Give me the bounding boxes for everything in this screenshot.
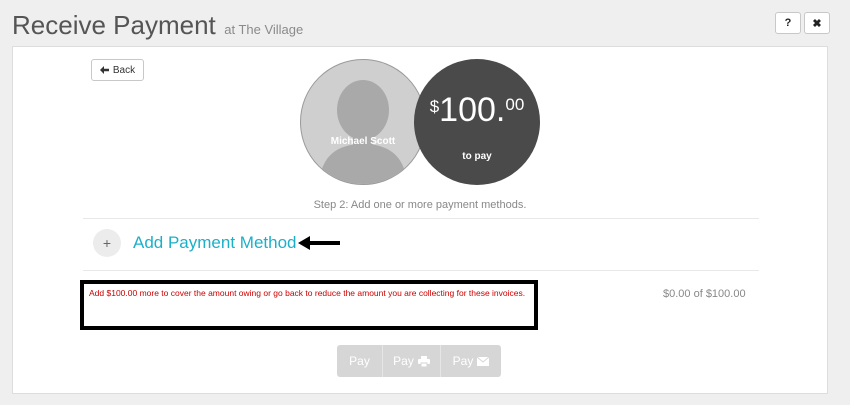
arrow-left-icon <box>99 66 109 74</box>
divider <box>83 270 759 271</box>
amount-currency: $ <box>429 97 440 116</box>
amount-circle: $100.00 to pay <box>414 59 540 185</box>
amount-caption: to pay <box>462 151 492 162</box>
arrow-left-annotation-icon <box>298 236 341 250</box>
customer-name: Michael Scott <box>330 136 396 147</box>
pay-button[interactable]: Pay <box>337 345 383 377</box>
pay-button-group: Pay Pay Pay <box>337 345 501 377</box>
page-header: Receive Payment at The Village <box>12 10 303 41</box>
page-subtitle: at The Village <box>224 22 304 37</box>
close-button[interactable]: ✖ <box>804 12 830 34</box>
plus-icon[interactable]: + <box>93 229 121 257</box>
person-silhouette-icon <box>319 80 407 184</box>
customer-avatar: Michael Scott <box>300 59 426 185</box>
amount-whole: 100. <box>439 91 506 129</box>
back-label: Back <box>112 64 136 76</box>
payment-card: Back Michael Scott $100.00 to pay Step 2… <box>12 46 828 394</box>
amount-display: $100.00 <box>414 91 540 130</box>
amount-cents: 00 <box>505 95 525 114</box>
page-title: Receive Payment <box>12 10 216 40</box>
add-payment-method-link[interactable]: Add Payment Method <box>133 233 296 253</box>
help-button[interactable]: ? <box>775 12 801 34</box>
back-button[interactable]: Back <box>91 59 144 81</box>
step-instruction: Step 2: Add one or more payment methods. <box>313 199 527 211</box>
envelope-icon <box>477 356 490 366</box>
pay-print-button[interactable]: Pay <box>383 345 441 377</box>
payment-progress: $0.00 of $100.00 <box>663 288 746 300</box>
pay-label: Pay <box>393 354 414 368</box>
warning-message: Add $100.00 more to cover the amount owi… <box>80 280 538 330</box>
add-payment-method-row[interactable]: + Add Payment Method <box>93 229 341 257</box>
pay-label: Pay <box>452 354 474 368</box>
print-icon <box>417 355 430 367</box>
pay-label: Pay <box>349 354 370 368</box>
divider <box>83 218 759 219</box>
pay-email-button[interactable]: Pay <box>441 345 501 377</box>
